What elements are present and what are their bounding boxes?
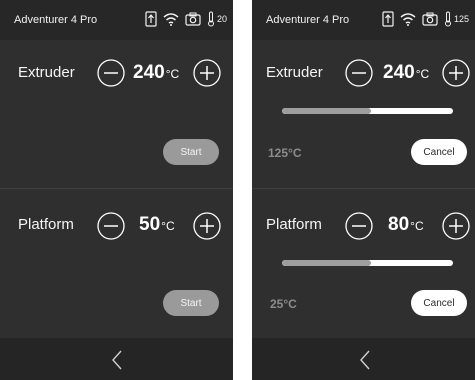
platform-start-button[interactable]: Start <box>163 290 219 316</box>
extruder-temp-unit: °C <box>165 67 180 81</box>
extruder-label: Extruder <box>18 64 75 81</box>
platform-temp-value: 50 <box>139 214 161 235</box>
platform-progress-fill <box>282 260 371 266</box>
extruder-minus-button[interactable] <box>97 59 125 87</box>
extruder-label: Extruder <box>266 64 323 81</box>
extruder-temp-value: 240 <box>383 62 415 83</box>
extruder-cancel-button[interactable]: Cancel <box>411 139 467 165</box>
back-chevron-icon[interactable] <box>110 349 124 371</box>
camera-icon <box>422 12 438 26</box>
platform-minus-button[interactable] <box>97 212 125 240</box>
printer-name: Adventurer 4 Pro <box>14 14 98 26</box>
extruder-current-temp: 125°C <box>268 146 302 160</box>
status-icons: 125 <box>382 11 469 27</box>
extruder-temp-unit: °C <box>415 67 430 81</box>
platform-temp-value: 80 <box>388 214 410 235</box>
wifi-icon <box>163 13 179 26</box>
extruder-plus-button[interactable] <box>193 59 221 87</box>
extruder-minus-button[interactable] <box>345 59 373 87</box>
printer-screen-heating: Adventurer 4 Pro 125 Extruder 240°C 125°… <box>252 0 475 380</box>
printer-screen-idle: Adventurer 4 Pro 20 Extruder 240°C Start… <box>0 0 233 380</box>
extruder-plus-button[interactable] <box>442 59 470 87</box>
platform-cancel-button[interactable]: Cancel <box>411 290 467 316</box>
section-divider <box>0 188 233 189</box>
platform-plus-button[interactable] <box>193 212 221 240</box>
extruder-target-temp: 240°C <box>133 62 179 84</box>
platform-current-temp: 25°C <box>270 297 297 311</box>
extruder-heating-progress <box>282 108 453 114</box>
current-temp-readout: 125 <box>453 14 469 24</box>
extruder-progress-fill <box>282 108 371 114</box>
platform-plus-button[interactable] <box>442 212 470 240</box>
extruder-temp-value: 240 <box>133 62 165 83</box>
platform-minus-button[interactable] <box>345 212 373 240</box>
platform-heating-progress <box>282 260 453 266</box>
current-temp-readout: 20 <box>216 14 227 24</box>
platform-target-temp: 50°C <box>139 214 175 236</box>
platform-temp-unit: °C <box>161 219 175 233</box>
platform-label: Platform <box>266 216 322 233</box>
platform-target-temp: 80°C <box>388 214 424 236</box>
status-bar: Adventurer 4 Pro 20 <box>0 0 233 40</box>
platform-label: Platform <box>18 216 74 233</box>
wifi-icon <box>400 13 416 26</box>
extruder-start-button[interactable]: Start <box>163 139 219 165</box>
usb-icon <box>382 11 394 27</box>
status-bar: Adventurer 4 Pro 125 <box>252 0 475 40</box>
status-icons: 20 <box>145 11 227 27</box>
printer-name: Adventurer 4 Pro <box>266 14 350 26</box>
usb-icon <box>145 11 157 27</box>
camera-icon <box>185 12 201 26</box>
thermometer-icon <box>444 11 451 27</box>
section-divider <box>252 188 475 189</box>
bottom-nav-bar <box>252 338 475 380</box>
bottom-nav-bar <box>0 338 233 380</box>
extruder-target-temp: 240°C <box>383 62 429 84</box>
platform-temp-unit: °C <box>410 219 424 233</box>
thermometer-icon <box>207 11 214 27</box>
back-chevron-icon[interactable] <box>358 349 372 371</box>
